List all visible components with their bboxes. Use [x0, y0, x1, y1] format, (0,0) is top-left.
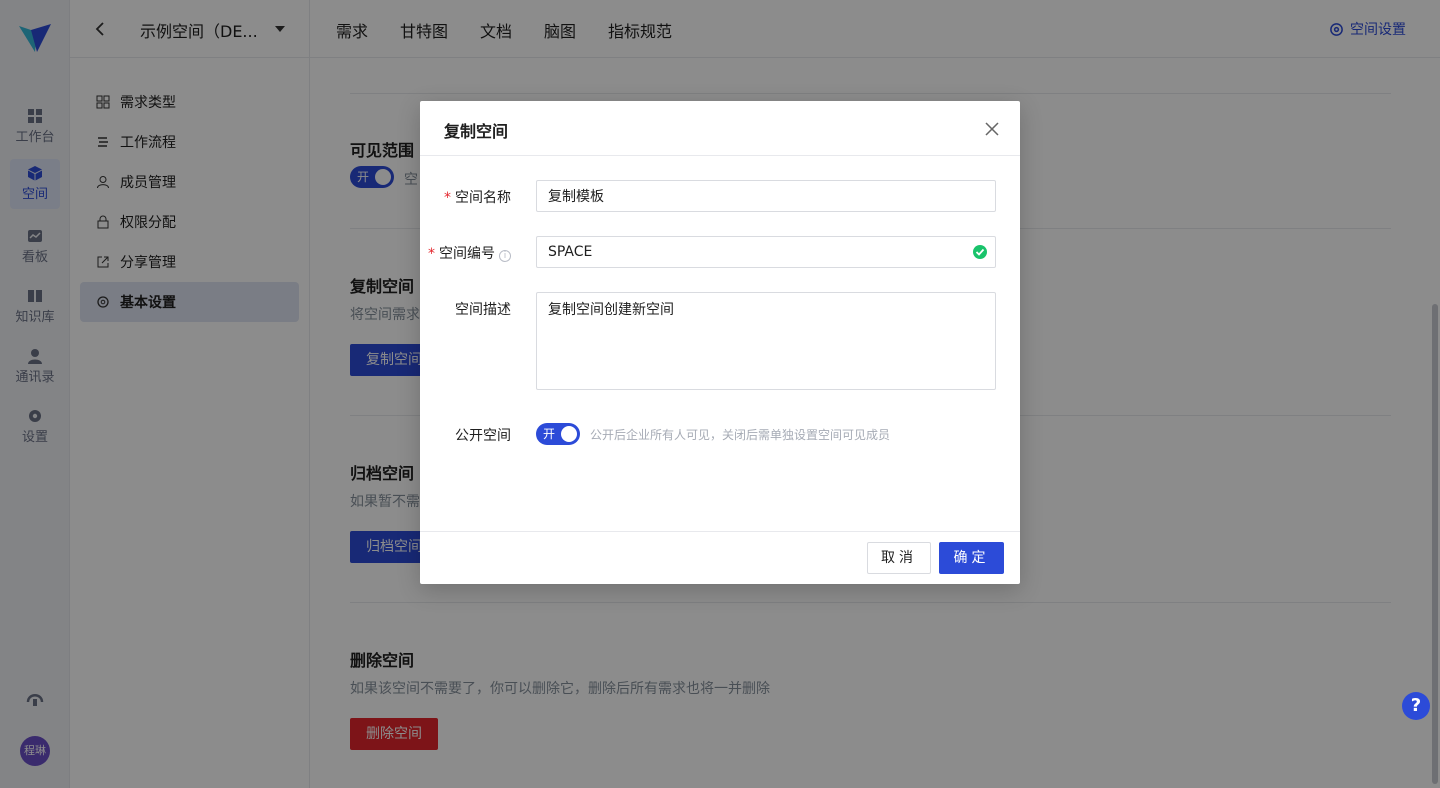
space-code-input[interactable] — [536, 236, 996, 268]
copy-space-dialog: 复制空间 *空间名称 *空间编号i 空间描述 复制空间创建新空间 公开空间 开 … — [420, 101, 1020, 584]
toggle-knob — [561, 426, 577, 442]
label-text: 空间编号 — [439, 246, 495, 262]
help-button[interactable]: ? — [1402, 692, 1430, 720]
space-desc-textarea[interactable]: 复制空间创建新空间 — [536, 292, 996, 390]
label-text: 空间名称 — [455, 190, 511, 206]
space-name-label: * 空间名称 — [444, 187, 511, 207]
dialog-footer: 取消 确定 — [420, 531, 1020, 584]
close-icon[interactable] — [984, 121, 1000, 137]
info-icon[interactable]: i — [499, 250, 511, 262]
cancel-button[interactable]: 取消 — [867, 542, 931, 574]
public-space-hint: 公开后企业所有人可见，关闭后需单独设置空间可见成员 — [590, 428, 891, 442]
confirm-button[interactable]: 确定 — [939, 542, 1004, 574]
toggle-on-label: 开 — [543, 427, 556, 441]
space-desc-label: 空间描述 — [455, 302, 511, 318]
dialog-title: 复制空间 — [444, 122, 509, 141]
check-circle-icon — [973, 245, 987, 259]
space-code-label: * 空间编号 i — [428, 243, 511, 263]
required-mark: * — [428, 246, 435, 262]
public-space-toggle[interactable]: 开 — [536, 423, 580, 445]
public-space-label: 公开空间 — [455, 428, 511, 444]
space-name-input[interactable] — [536, 180, 996, 212]
dialog-header: 复制空间 — [420, 101, 1020, 156]
required-mark: * — [444, 190, 451, 206]
